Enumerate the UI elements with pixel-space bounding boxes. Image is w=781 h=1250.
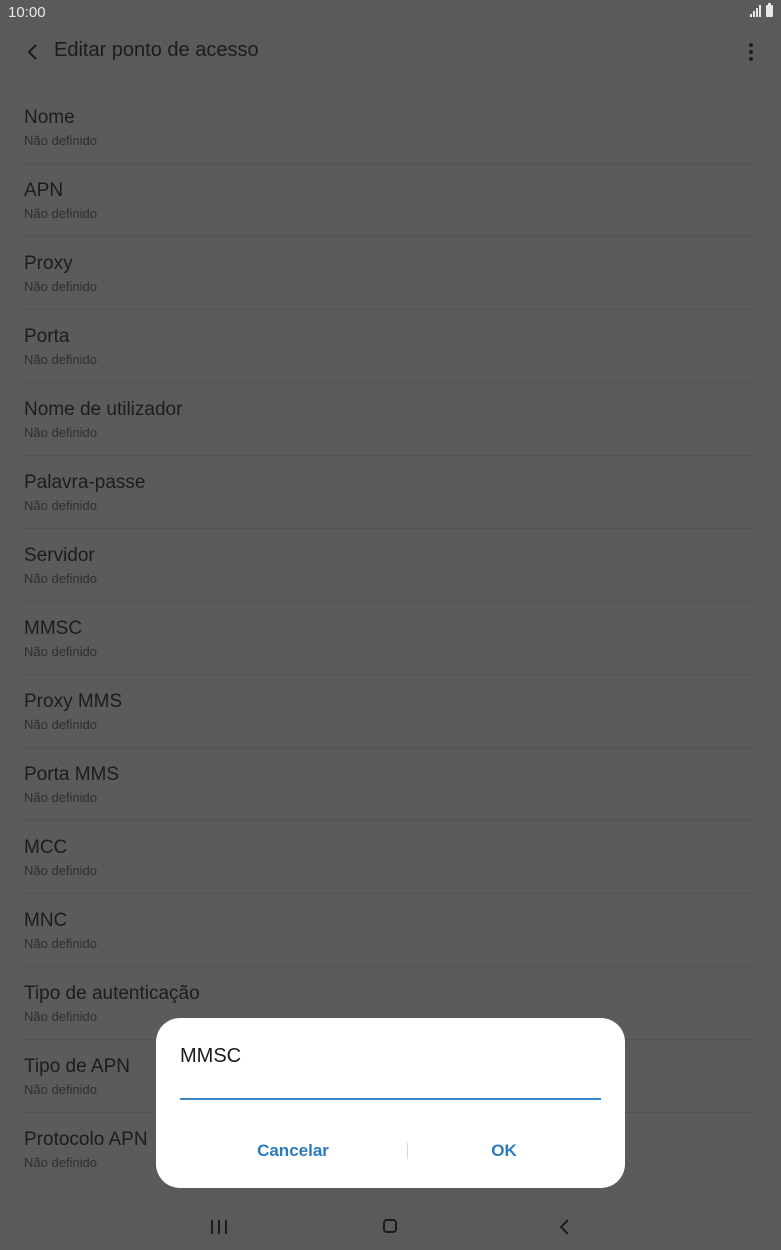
list-item-palavra-passe[interactable]: Palavra-passe Não definido bbox=[2, 455, 779, 528]
list-item-mcc[interactable]: MCC Não definido bbox=[2, 820, 779, 893]
mmsc-input[interactable] bbox=[180, 1076, 601, 1100]
mmsc-dialog: MMSC Cancelar OK bbox=[156, 1018, 625, 1188]
item-value: Não definido bbox=[24, 717, 97, 732]
item-value: Não definido bbox=[24, 1155, 97, 1170]
item-label: Tipo de APN bbox=[24, 1056, 130, 1077]
item-label: MNC bbox=[24, 910, 68, 931]
item-label: Porta bbox=[24, 326, 70, 347]
list-item-nome[interactable]: Nome Não definido bbox=[2, 90, 779, 163]
navigation-bar bbox=[0, 1202, 781, 1250]
nav-back-icon[interactable] bbox=[554, 1216, 574, 1238]
list-item-apn[interactable]: APN Não definido bbox=[2, 163, 779, 236]
list-item-porta[interactable]: Porta Não definido bbox=[2, 309, 779, 382]
app-bar: Editar ponto de acesso bbox=[0, 26, 781, 80]
battery-icon bbox=[766, 3, 773, 17]
item-value: Não definido bbox=[24, 936, 97, 951]
item-label: MCC bbox=[24, 837, 68, 858]
item-value: Não definido bbox=[24, 133, 97, 148]
item-label: Proxy MMS bbox=[24, 691, 123, 712]
item-value: Não definido bbox=[24, 352, 97, 367]
list-item-mmsc[interactable]: MMSC Não definido bbox=[2, 601, 779, 674]
more-options-button[interactable] bbox=[743, 40, 759, 64]
back-button[interactable] bbox=[18, 36, 46, 68]
list-item-nome-utilizador[interactable]: Nome de utilizador Não definido bbox=[2, 382, 779, 455]
item-value: Não definido bbox=[24, 571, 97, 586]
status-bar: 10:00 bbox=[0, 0, 781, 26]
recent-apps-icon[interactable] bbox=[211, 1220, 227, 1234]
dialog-title: MMSC bbox=[180, 1045, 242, 1067]
dialog-actions: Cancelar OK bbox=[156, 1134, 625, 1168]
list-item-proxy-mms[interactable]: Proxy MMS Não definido bbox=[2, 674, 779, 747]
cancel-button[interactable]: Cancelar bbox=[193, 1134, 393, 1168]
more-vertical-icon bbox=[749, 43, 753, 47]
item-value: Não definido bbox=[24, 425, 97, 440]
list-item-porta-mms[interactable]: Porta MMS Não definido bbox=[2, 747, 779, 820]
item-value: Não definido bbox=[24, 1009, 97, 1024]
status-icons bbox=[750, 3, 773, 17]
item-value: Não definido bbox=[24, 498, 97, 513]
chevron-left-icon bbox=[27, 44, 37, 60]
item-label: Protocolo APN bbox=[24, 1129, 148, 1150]
item-value: Não definido bbox=[24, 863, 97, 878]
item-label: Servidor bbox=[24, 545, 95, 566]
list-item-proxy[interactable]: Proxy Não definido bbox=[2, 236, 779, 309]
ok-button[interactable]: OK bbox=[404, 1134, 604, 1168]
item-label: Palavra-passe bbox=[24, 472, 146, 493]
item-value: Não definido bbox=[24, 790, 97, 805]
item-label: MMSC bbox=[24, 618, 83, 639]
screen: 10:00 Editar ponto de acesso Nome Não de… bbox=[0, 0, 781, 1250]
item-value: Não definido bbox=[24, 644, 97, 659]
item-label: Nome bbox=[24, 107, 75, 128]
item-label: Tipo de autenticação bbox=[24, 983, 200, 1004]
signal-icon bbox=[750, 5, 762, 17]
item-value: Não definido bbox=[24, 1082, 97, 1097]
item-label: APN bbox=[24, 180, 64, 201]
item-value: Não definido bbox=[24, 279, 97, 294]
list-item-mnc[interactable]: MNC Não definido bbox=[2, 893, 779, 966]
item-value: Não definido bbox=[24, 206, 97, 221]
status-time: 10:00 bbox=[8, 4, 46, 21]
item-label: Nome de utilizador bbox=[24, 399, 183, 420]
page-title: Editar ponto de acesso bbox=[54, 39, 259, 61]
home-icon[interactable] bbox=[383, 1219, 397, 1233]
item-label: Porta MMS bbox=[24, 764, 120, 785]
item-label: Proxy bbox=[24, 253, 73, 274]
list-item-servidor[interactable]: Servidor Não definido bbox=[2, 528, 779, 601]
